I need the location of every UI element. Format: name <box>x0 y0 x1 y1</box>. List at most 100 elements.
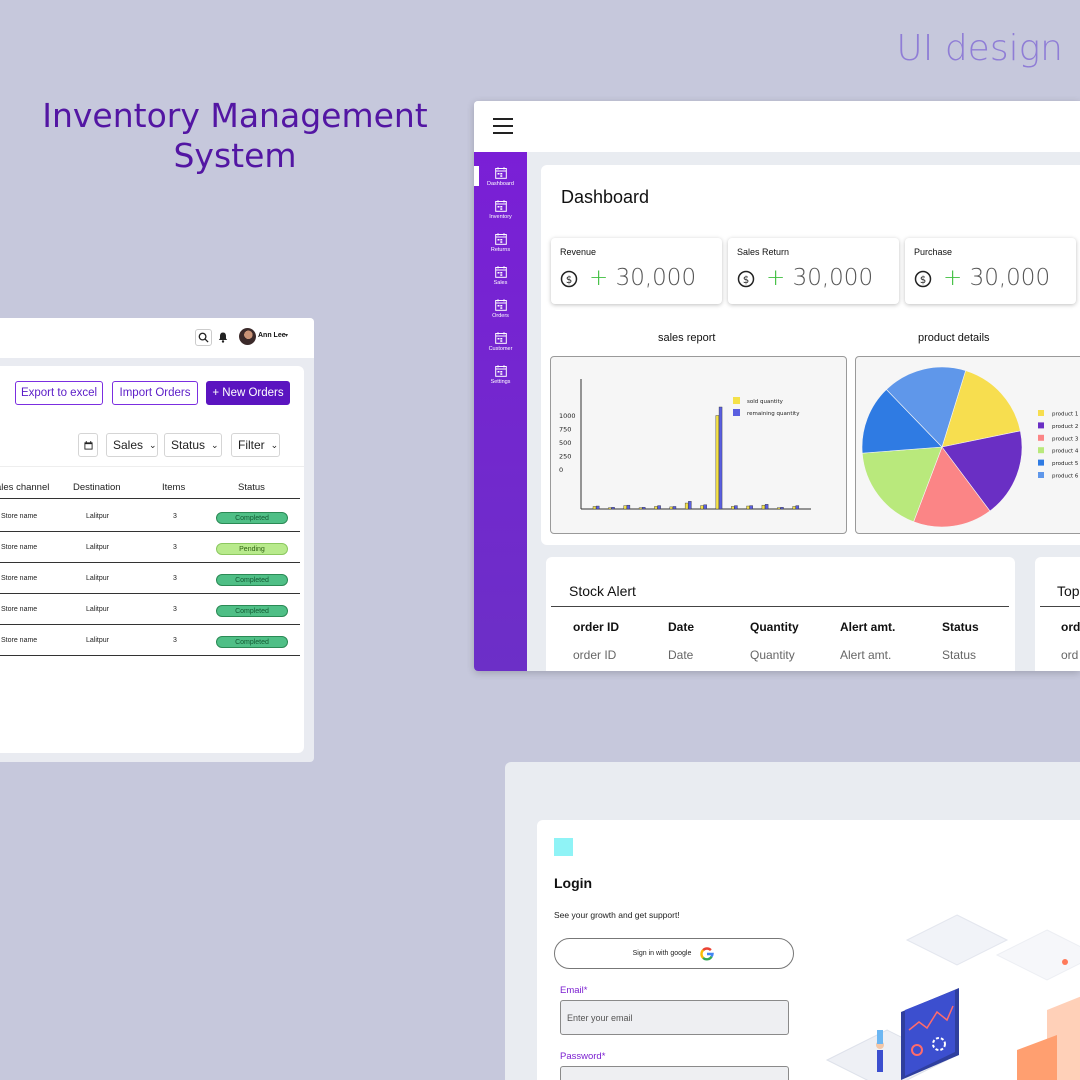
sidebar-item-orders[interactable]: Orders <box>474 292 527 325</box>
logo <box>554 838 573 856</box>
bar <box>700 505 704 510</box>
row-destination: Lalitpur <box>86 575 109 582</box>
bar <box>642 507 646 510</box>
chevron-down-icon: ⌄ <box>211 439 219 450</box>
row-line <box>0 531 300 532</box>
legend-label: product 1 <box>1052 412 1078 418</box>
bar <box>611 507 615 510</box>
card-label: Revenue <box>560 247 597 257</box>
sidebar-item-settings[interactable]: Settings <box>474 358 527 391</box>
cell-date: Date <box>668 648 694 662</box>
sidebar-item-label: Inventory <box>489 213 512 220</box>
card-value: + 30,000 <box>589 265 697 291</box>
import-orders-button[interactable]: Import Orders <box>112 381 198 405</box>
user-name[interactable]: Ann Lee <box>258 332 286 339</box>
stock-alert-title: Stock Alert <box>569 583 636 599</box>
calendar-icon <box>494 232 507 245</box>
product-details-chart: product 1 product 2 product 3 product 4 prod… <box>855 356 1080 534</box>
bar <box>780 507 784 510</box>
google-signin-button[interactable]: Sign in with google <box>554 938 794 969</box>
status-badge: Completed <box>216 636 288 648</box>
table-row[interactable]: Store name Lalitpur 3 Completed <box>0 627 300 657</box>
product-details-title: product details <box>918 332 990 344</box>
bar <box>688 501 692 510</box>
table-row[interactable]: Store name Lalitpur 3 Completed <box>0 565 300 595</box>
legend-label: product 5 <box>1052 461 1079 467</box>
y-tick-label: 750 <box>559 426 571 434</box>
bar <box>623 505 627 510</box>
sales-filter[interactable]: Sales ⌄ <box>106 433 158 457</box>
dashboard-sidebar: Dashboard Inventory Returns Sales Orders Cust… <box>474 152 527 671</box>
legend-label: remaining quantity <box>747 411 800 417</box>
new-orders-button[interactable]: + New Orders <box>206 381 290 405</box>
cell-status: Status <box>942 648 977 662</box>
ui-design-tag: UI design <box>896 28 1063 69</box>
analytics-illustration <box>825 914 1080 1080</box>
col-header-date: Date <box>668 620 695 634</box>
legend-swatch <box>1038 447 1044 454</box>
bar <box>654 506 658 510</box>
top-col-header: ord <box>1061 620 1080 634</box>
row-destination: Lalitpur <box>86 637 109 644</box>
calendar-icon <box>494 265 507 278</box>
svg-text:$: $ <box>566 275 572 286</box>
avatar[interactable] <box>239 328 256 345</box>
bar <box>657 505 661 510</box>
filter-label: Filter <box>238 438 265 452</box>
hamburger-menu-icon[interactable] <box>493 118 513 134</box>
bar <box>792 506 796 510</box>
export-excel-button[interactable]: Export to excel <box>15 381 103 405</box>
svg-text:$: $ <box>743 275 749 286</box>
calendar-icon <box>494 298 507 311</box>
google-signin-label: Sign in with google <box>632 950 692 957</box>
table-row[interactable]: Store name Lalitpur 3 Completed <box>0 596 300 626</box>
page-title: Inventory Management System <box>40 96 430 176</box>
row-items: 3 <box>173 575 177 582</box>
row-channel: Store name <box>1 606 38 613</box>
bell-icon[interactable] <box>217 330 229 344</box>
row-line <box>0 593 300 594</box>
sidebar-item-sales[interactable]: Sales <box>474 259 527 292</box>
sidebar-item-customer[interactable]: Customer <box>474 325 527 358</box>
sales-return-card[interactable]: Sales Return $ + 30,000 <box>728 238 899 304</box>
chevron-down-icon[interactable]: ▾ <box>285 332 288 339</box>
filter-dropdown[interactable]: Filter ⌄ <box>231 433 280 457</box>
bar <box>669 506 673 510</box>
card-value: + 30,000 <box>943 265 1051 291</box>
row-items: 3 <box>173 606 177 613</box>
bar <box>638 507 643 510</box>
legend-swatch <box>733 397 740 404</box>
bar <box>777 507 781 510</box>
bar <box>703 504 707 510</box>
legend-label: product 2 <box>1052 424 1078 430</box>
calendar-icon[interactable] <box>78 433 98 457</box>
col-header-quantity: Quantity <box>750 620 799 634</box>
purchase-card[interactable]: Purchase $ + 30,000 <box>905 238 1076 304</box>
revenue-card[interactable]: Revenue $ + 30,000 <box>551 238 722 304</box>
row-channel: Store name <box>1 575 38 582</box>
sidebar-item-dashboard[interactable]: Dashboard <box>474 160 527 193</box>
table-row[interactable]: Store name Lalitpur 3 Pending <box>0 534 300 564</box>
sales-filter-label: Sales <box>113 438 144 452</box>
y-tick-label: 500 <box>559 439 571 447</box>
bar-chart-svg: 1000 750 500 250 0 sold quantity remaining qua… <box>559 379 811 510</box>
email-field[interactable]: Enter your email <box>560 1000 789 1035</box>
dollar-coin-icon: $ <box>914 270 932 288</box>
sidebar-item-inventory[interactable]: Inventory <box>474 193 527 226</box>
status-filter[interactable]: Status ⌄ <box>164 433 222 457</box>
password-field[interactable] <box>560 1066 789 1080</box>
row-line <box>0 655 300 656</box>
bar <box>672 506 677 510</box>
table-row[interactable]: Store name Lalitpur 3 Completed <box>0 503 300 533</box>
bar <box>749 505 753 510</box>
search-icon[interactable] <box>195 329 212 346</box>
bar <box>626 504 631 510</box>
sidebar-item-label: Customer <box>488 345 513 352</box>
status-filter-label: Status <box>171 438 206 452</box>
bar <box>734 505 738 510</box>
calendar-icon <box>494 364 507 377</box>
sidebar-item-returns[interactable]: Returns <box>474 226 527 259</box>
cell-quantity: Quantity <box>750 648 795 662</box>
row-items: 3 <box>173 544 177 551</box>
bar <box>731 506 735 510</box>
